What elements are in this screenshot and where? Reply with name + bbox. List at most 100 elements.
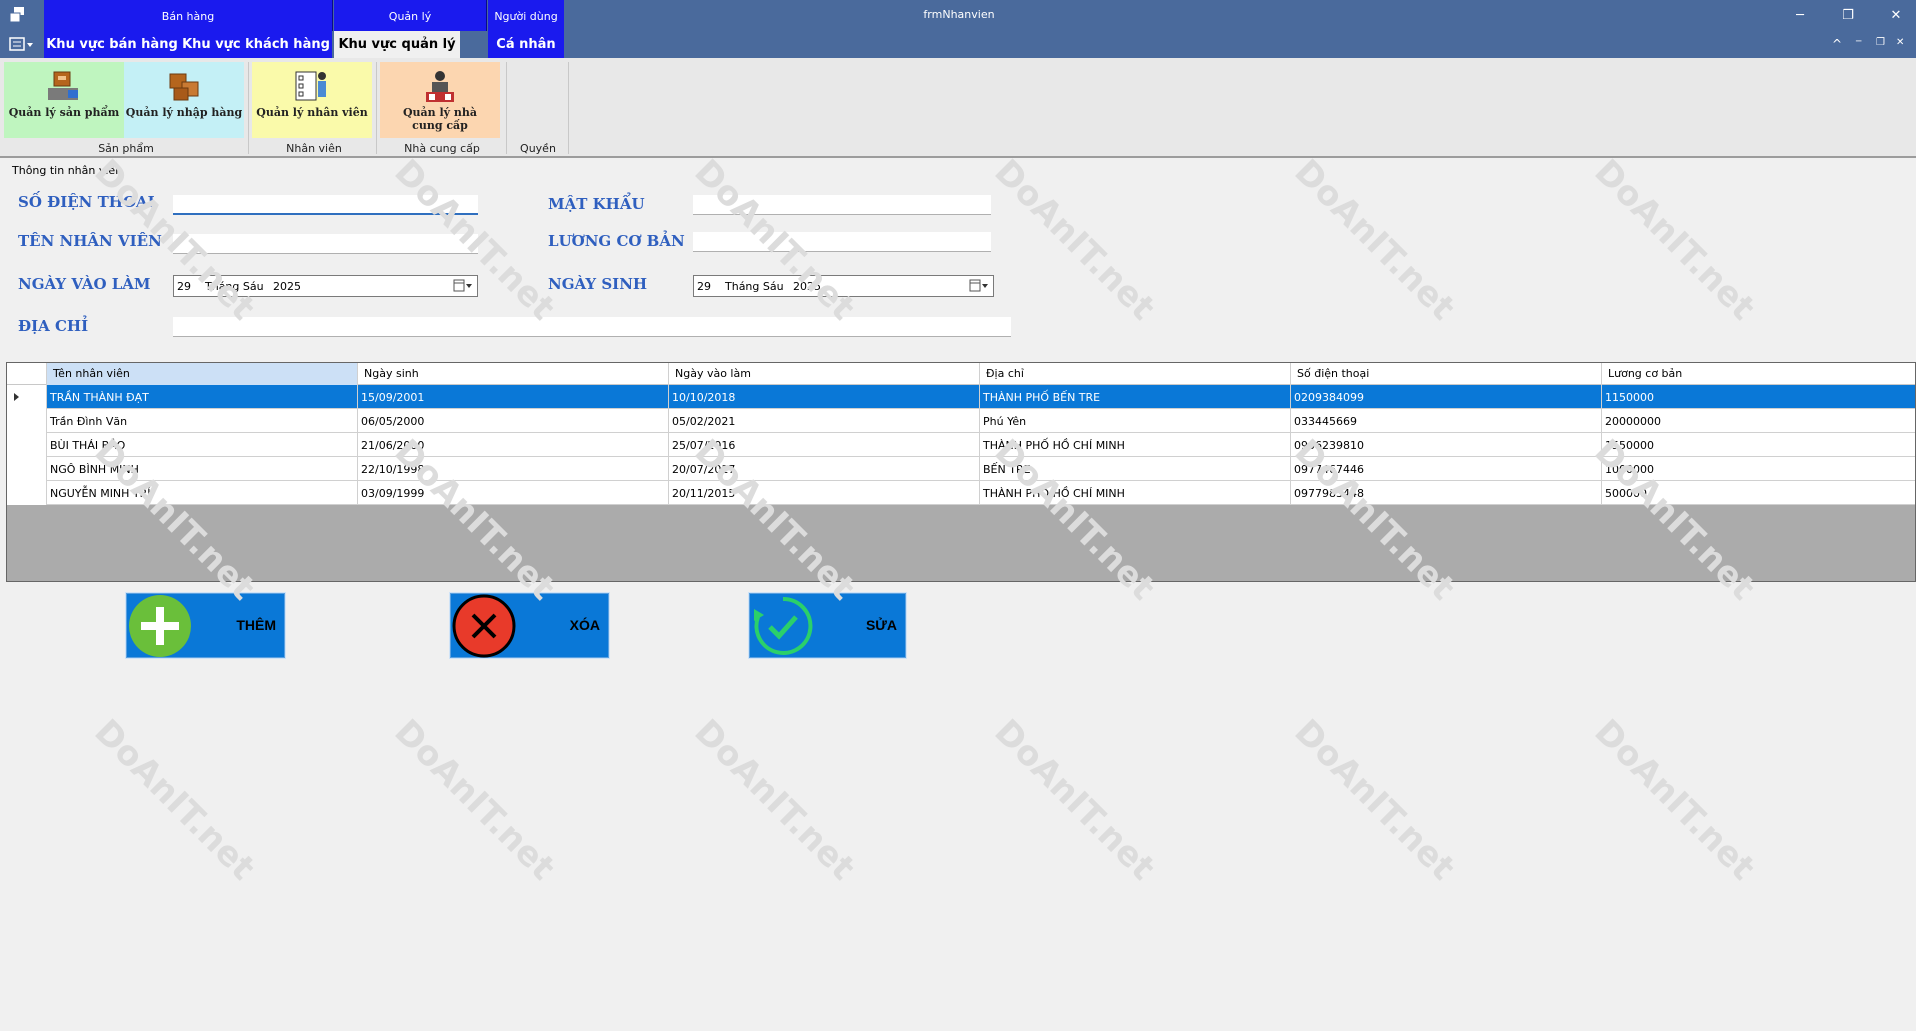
quick-access-menu-icon[interactable] xyxy=(8,36,34,52)
group-label-san-pham: Sản phẩm xyxy=(98,142,154,155)
grid-col-ten-nhan-vien[interactable]: Tên nhân viên xyxy=(47,363,358,385)
table-row[interactable]: NGÔ BÌNH MINH 22/10/1998 20/07/2017 BẾN … xyxy=(7,457,1915,481)
import-manage-label: Quản lý nhập hàng xyxy=(125,106,243,119)
title-bar: Bán hàng Quản lý Người dùng frmNhanvien … xyxy=(0,0,1916,58)
tab-khu-vuc-ban-hang[interactable]: Khu vực bán hàng xyxy=(44,31,180,58)
watermark: DoAnIT.net xyxy=(1286,711,1463,889)
tab-ca-nhan[interactable]: Cá nhân xyxy=(488,31,564,58)
row-header[interactable] xyxy=(7,409,47,433)
table-cell[interactable]: NGUYỄN MINH TRÍ xyxy=(47,481,358,505)
table-cell[interactable]: NGÔ BÌNH MINH xyxy=(47,457,358,481)
mdi-minimize-button[interactable]: ─ xyxy=(1856,37,1861,47)
address-input[interactable] xyxy=(173,317,1011,337)
table-cell[interactable]: Phú Yên xyxy=(980,409,1291,433)
grid-col-so-dien-thoai[interactable]: Số điện thoại xyxy=(1291,363,1602,385)
row-header[interactable] xyxy=(7,433,47,457)
grid-col-ngay-sinh[interactable]: Ngày sinh xyxy=(358,363,669,385)
table-row[interactable]: Trần Đình Văn 06/05/2000 05/02/2021 Phú … xyxy=(7,409,1915,433)
delete-x-icon xyxy=(452,594,516,657)
edit-button-label: SỬA xyxy=(865,617,897,633)
watermark: DoAnIT.net xyxy=(1586,151,1763,329)
password-input[interactable] xyxy=(693,195,991,215)
table-cell[interactable]: 20000000 xyxy=(1602,409,1915,433)
edit-button[interactable]: SỬA xyxy=(749,593,906,658)
grid-col-dia-chi[interactable]: Địa chỉ xyxy=(980,363,1291,385)
join-date-picker[interactable]: 29 Tháng Sáu 2025 xyxy=(173,275,478,297)
row-header[interactable] xyxy=(7,481,47,505)
table-cell[interactable]: 033445669 xyxy=(1291,409,1602,433)
birth-date-picker[interactable]: 29 Tháng Sáu 2025 xyxy=(693,275,994,297)
birth-date-month: Tháng Sáu xyxy=(725,279,784,293)
table-cell[interactable]: TRẦN THÀNH ĐẠT xyxy=(47,385,358,409)
table-cell[interactable]: 0209384099 xyxy=(1291,385,1602,409)
table-cell[interactable]: 10/10/2018 xyxy=(669,385,980,409)
salary-input[interactable] xyxy=(693,232,991,252)
table-cell[interactable]: THÀNH PHỐ HỒ CHÍ MINH xyxy=(980,481,1291,505)
group-label-quyen: Quyền xyxy=(520,142,556,155)
table-cell[interactable]: 20/11/2015 xyxy=(669,481,980,505)
employee-checklist-icon xyxy=(295,71,326,101)
delete-button[interactable]: XÓA xyxy=(450,593,609,658)
product-box-icon xyxy=(48,71,78,100)
table-cell[interactable]: 22/10/1998 xyxy=(358,457,669,481)
table-cell[interactable]: THÀNH PHỐ HỒ CHÍ MINH xyxy=(980,433,1291,457)
ribbon-collapse-button[interactable]: ^ xyxy=(1832,37,1842,51)
mdi-restore-button[interactable]: ❐ xyxy=(1876,37,1885,48)
table-cell[interactable]: 03/09/1999 xyxy=(358,481,669,505)
calendar-dropdown-icon[interactable] xyxy=(969,279,989,293)
password-label: MẬT KHẨU xyxy=(548,195,645,213)
supplier-manage-button[interactable]: Quản lý nhà cung cấp xyxy=(380,62,500,138)
table-row[interactable]: TRẦN THÀNH ĐẠT 15/09/2001 10/10/2018 THÀ… xyxy=(7,385,1915,409)
tab-khu-vuc-khach-hang[interactable]: Khu vực khách hàng xyxy=(180,31,332,58)
watermark: DoAnIT.net xyxy=(1286,151,1463,329)
birth-date-label: NGÀY SINH xyxy=(548,275,648,293)
table-cell[interactable]: 1550000 xyxy=(1602,433,1915,457)
table-row[interactable]: NGUYỄN MINH TRÍ 03/09/1999 20/11/2015 TH… xyxy=(7,481,1915,505)
restore-button[interactable]: ❐ xyxy=(1828,3,1868,27)
minimize-button[interactable]: ─ xyxy=(1780,3,1820,27)
table-row[interactable]: BÙI THÁI BẢO 21/06/2000 25/07/2016 THÀNH… xyxy=(7,433,1915,457)
plus-icon xyxy=(129,594,191,657)
tab-khu-vuc-quan-ly[interactable]: Khu vực quản lý xyxy=(334,31,460,58)
watermark: DoAnIT.net xyxy=(1586,711,1763,889)
add-button[interactable]: THÊM xyxy=(126,593,285,658)
table-cell[interactable]: 20/07/2017 xyxy=(669,457,980,481)
add-button-label: THÊM xyxy=(236,617,276,633)
ribbon-category-ban-hang[interactable]: Bán hàng xyxy=(44,0,332,31)
category-separator xyxy=(486,0,487,31)
grid-col-ngay-vao-lam[interactable]: Ngày vào làm xyxy=(669,363,980,385)
close-button[interactable]: ✕ xyxy=(1876,3,1916,27)
mdi-close-button[interactable]: ✕ xyxy=(1896,37,1904,48)
app-windows-icon[interactable] xyxy=(8,5,28,25)
salary-label: LƯƠNG CƠ BẢN xyxy=(548,232,685,250)
employee-grid[interactable]: Tên nhân viên Ngày sinh Ngày vào làm Địa… xyxy=(6,362,1916,582)
row-header[interactable] xyxy=(7,457,47,481)
ribbon-panel: Quản lý sản phẩm Quản lý nhập hàng Quản … xyxy=(0,58,1916,158)
table-cell[interactable]: 0977983448 xyxy=(1291,481,1602,505)
table-cell[interactable]: BÙI THÁI BẢO xyxy=(47,433,358,457)
row-header[interactable] xyxy=(7,385,47,409)
table-cell[interactable]: 25/07/2016 xyxy=(669,433,980,457)
table-cell[interactable]: 500000 xyxy=(1602,481,1915,505)
product-manage-button[interactable]: Quản lý sản phẩm xyxy=(4,62,124,138)
import-manage-button[interactable]: Quản lý nhập hàng xyxy=(124,62,244,138)
table-cell[interactable]: 06/05/2000 xyxy=(358,409,669,433)
ribbon-category-quan-ly[interactable]: Quản lý xyxy=(334,0,486,31)
table-cell[interactable]: Trần Đình Văn xyxy=(47,409,358,433)
table-cell[interactable]: 05/02/2021 xyxy=(669,409,980,433)
table-cell[interactable]: 15/09/2001 xyxy=(358,385,669,409)
employee-manage-button[interactable]: Quản lý nhân viên xyxy=(252,62,372,138)
table-cell[interactable]: 0977467446 xyxy=(1291,457,1602,481)
table-cell[interactable]: 1150000 xyxy=(1602,385,1915,409)
table-cell[interactable]: BẾN TRE xyxy=(980,457,1291,481)
table-cell[interactable]: THÀNH PHỐ BẾN TRE xyxy=(980,385,1291,409)
table-cell[interactable]: 0906239810 xyxy=(1291,433,1602,457)
table-cell[interactable]: 1000000 xyxy=(1602,457,1915,481)
name-input[interactable] xyxy=(173,234,478,254)
watermark: DoAnIT.net xyxy=(986,711,1163,889)
grid-col-luong-co-ban[interactable]: Lương cơ bản xyxy=(1602,363,1915,385)
phone-input[interactable] xyxy=(173,195,478,215)
table-cell[interactable]: 21/06/2000 xyxy=(358,433,669,457)
calendar-dropdown-icon[interactable] xyxy=(453,279,473,293)
ribbon-category-nguoi-dung[interactable]: Người dùng xyxy=(488,0,564,31)
